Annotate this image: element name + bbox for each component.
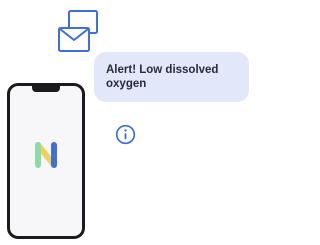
notification-message: Alert! Low dissolved oxygen [106, 64, 219, 90]
info-icon[interactable] [115, 124, 136, 145]
app-logo-icon [35, 142, 57, 168]
phone-mockup [6, 82, 86, 240]
notification-bubble: Alert! Low dissolved oxygen [94, 52, 249, 102]
mail-icon [58, 10, 98, 52]
